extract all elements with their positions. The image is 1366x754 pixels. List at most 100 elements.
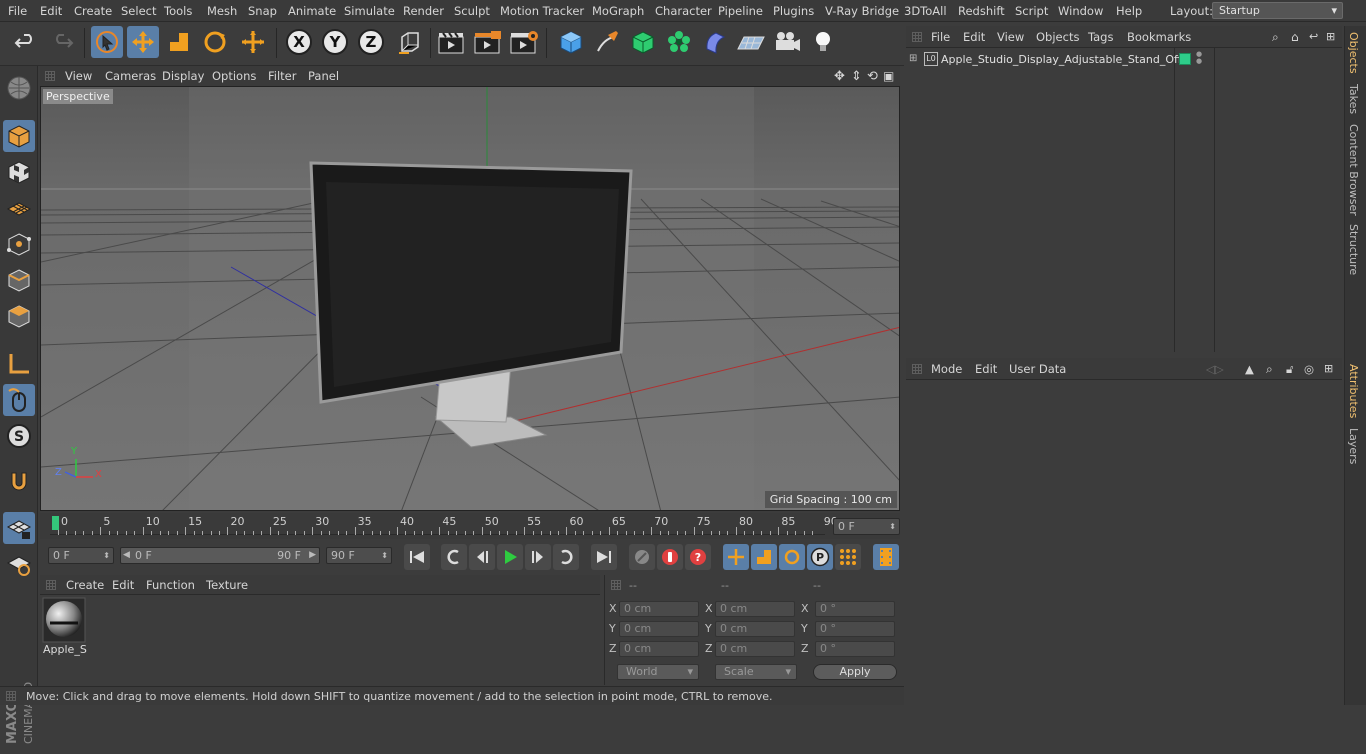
visibility-dots-icon[interactable]: ● ● (1196, 51, 1202, 65)
autokeying-button[interactable]: ? (685, 544, 711, 570)
back-icon[interactable]: ↩ (1309, 30, 1318, 43)
menu-edit[interactable]: Edit (40, 4, 62, 18)
texture-mode-button[interactable] (3, 156, 35, 188)
attribute-menu-user-data[interactable]: User Data (1009, 362, 1066, 376)
go-to-start-button[interactable] (404, 544, 430, 570)
material-menu-edit[interactable]: Edit (112, 578, 134, 592)
menu-plugins[interactable]: Plugins (773, 4, 814, 18)
attribute-menu-edit[interactable]: Edit (975, 362, 997, 376)
maximize-icon[interactable]: ⊞ (1326, 30, 1335, 43)
material-menu-function[interactable]: Function (146, 578, 195, 592)
perspective-viewport[interactable]: Y X Z Perspective Grid Spacing : 100 cm (40, 86, 900, 511)
next-keyframe-button[interactable] (553, 544, 579, 570)
menu-create[interactable]: Create (74, 4, 112, 18)
panel-grip-icon[interactable] (912, 32, 922, 42)
menu-script[interactable]: Script (1015, 4, 1048, 18)
current-frame-field[interactable]: 0 F ⬍ (833, 518, 900, 535)
record-keys-disabled-button[interactable] (629, 544, 655, 570)
apply-button[interactable]: Apply (813, 664, 897, 680)
cursor-arrow-icon[interactable]: ▲ (1245, 362, 1254, 376)
menu-vray-bridge[interactable]: V-Ray Bridge (825, 4, 899, 18)
size-y-field[interactable]: 0 cm (715, 621, 795, 637)
edges-mode-button[interactable] (3, 264, 35, 296)
next-frame-button[interactable] (525, 544, 551, 570)
start-frame-field[interactable]: 0 F ⬍ (48, 547, 114, 564)
frame-range-slider[interactable]: ◀ 0 F 90 F ▶ (120, 547, 320, 564)
menu-redshift[interactable]: Redshift (958, 4, 1005, 18)
tab-layers[interactable]: Layers (1347, 428, 1360, 464)
subdivision-surface-button[interactable] (627, 26, 659, 58)
cloner-button[interactable] (663, 26, 695, 58)
menu-sculpt[interactable]: Sculpt (454, 4, 490, 18)
tab-structure[interactable]: Structure (1347, 224, 1360, 275)
timeline-ruler[interactable]: 0 5 10 15 20 25 30 35 40 45 50 55 60 65 70 75 80 85 90 0 F… (40, 513, 900, 539)
menu-mesh[interactable]: Mesh (207, 4, 237, 18)
menu-render[interactable]: Render (403, 4, 444, 18)
pos-x-field[interactable]: 0 cm (619, 601, 699, 617)
previous-keyframe-button[interactable] (441, 544, 467, 570)
redo-button[interactable] (46, 26, 78, 58)
current-frame-marker[interactable] (52, 516, 59, 530)
maximize-icon[interactable]: ⊞ (1324, 362, 1333, 375)
rot-x-field[interactable]: 0 ° (815, 601, 895, 617)
key-scale-button[interactable] (751, 544, 777, 570)
timeline-window-button[interactable] (873, 544, 899, 570)
lock-icon[interactable]: 🔓︎ (1286, 362, 1293, 377)
back-arrow-icon[interactable]: ◁▷ (1206, 362, 1224, 376)
menu-motion-tracker[interactable]: Motion Tracker (500, 4, 584, 18)
viewport-menu-display[interactable]: Display (162, 69, 204, 83)
render-view-button[interactable] (436, 26, 468, 58)
play-button[interactable] (497, 544, 523, 570)
snap-settings-button[interactable]: S (3, 420, 35, 452)
previous-frame-button[interactable] (469, 544, 495, 570)
material-menu-create[interactable]: Create (66, 578, 104, 592)
material-swatch[interactable]: Apple_S (42, 597, 87, 657)
tab-takes[interactable]: Takes (1347, 84, 1360, 114)
object-menu-file[interactable]: File (931, 30, 950, 44)
key-position-button[interactable] (723, 544, 749, 570)
key-point-level-button[interactable] (835, 544, 861, 570)
make-editable-button[interactable] (3, 72, 35, 104)
rot-z-field[interactable]: 0 ° (815, 641, 895, 657)
object-menu-view[interactable]: View (997, 30, 1024, 44)
menu-mograph[interactable]: MoGraph (592, 4, 644, 18)
target-icon[interactable]: ◎ (1304, 362, 1314, 376)
end-frame-field[interactable]: 90 F ⬍ (326, 547, 392, 564)
locked-workplane-snap-button[interactable] (3, 548, 35, 580)
pan-view-icon[interactable]: ✥ (834, 69, 845, 84)
search-icon[interactable]: ⌕ (1266, 362, 1273, 377)
layout-select[interactable]: Startup ▾ (1212, 2, 1343, 19)
home-icon[interactable]: ⌂ (1291, 30, 1299, 44)
object-menu-bookmarks[interactable]: Bookmarks (1127, 30, 1191, 44)
menu-character[interactable]: Character (655, 4, 712, 18)
attribute-menu-mode[interactable]: Mode (931, 362, 962, 376)
viewport-menu-cameras[interactable]: Cameras (105, 69, 156, 83)
object-menu-tags[interactable]: Tags (1088, 30, 1113, 44)
tab-attributes[interactable]: Attributes (1347, 364, 1360, 418)
viewport-menu-filter[interactable]: Filter (268, 69, 296, 83)
deformer-button[interactable] (699, 26, 731, 58)
live-selection-button[interactable] (91, 26, 123, 58)
panel-grip-icon[interactable] (611, 580, 621, 590)
recent-tool-button[interactable] (237, 26, 269, 58)
floor-button[interactable] (735, 26, 767, 58)
snap-button[interactable] (3, 466, 35, 498)
coordinate-system-button[interactable] (393, 26, 425, 58)
pos-y-field[interactable]: 0 cm (619, 621, 699, 637)
tweak-mode-button[interactable] (3, 384, 35, 416)
rotate-view-icon[interactable]: ⟲ (867, 69, 878, 84)
size-z-field[interactable]: 0 cm (715, 641, 795, 657)
polygons-mode-button[interactable] (3, 300, 35, 332)
add-cube-button[interactable] (555, 26, 587, 58)
axis-mode-button[interactable] (3, 348, 35, 380)
x-axis-lock-button[interactable]: X (283, 26, 315, 58)
list-item[interactable]: ⊞ L0 Apple_Studio_Display_Adjustable_Sta… (906, 51, 1342, 69)
material-menu-texture[interactable]: Texture (206, 578, 248, 592)
rotate-tool-button[interactable] (199, 26, 231, 58)
model-mode-button[interactable] (3, 120, 35, 152)
scale-tool-button[interactable] (163, 26, 195, 58)
menu-simulate[interactable]: Simulate (344, 4, 395, 18)
rot-y-field[interactable]: 0 ° (815, 621, 895, 637)
render-settings-button[interactable] (508, 26, 540, 58)
menu-window[interactable]: Window (1058, 4, 1103, 18)
